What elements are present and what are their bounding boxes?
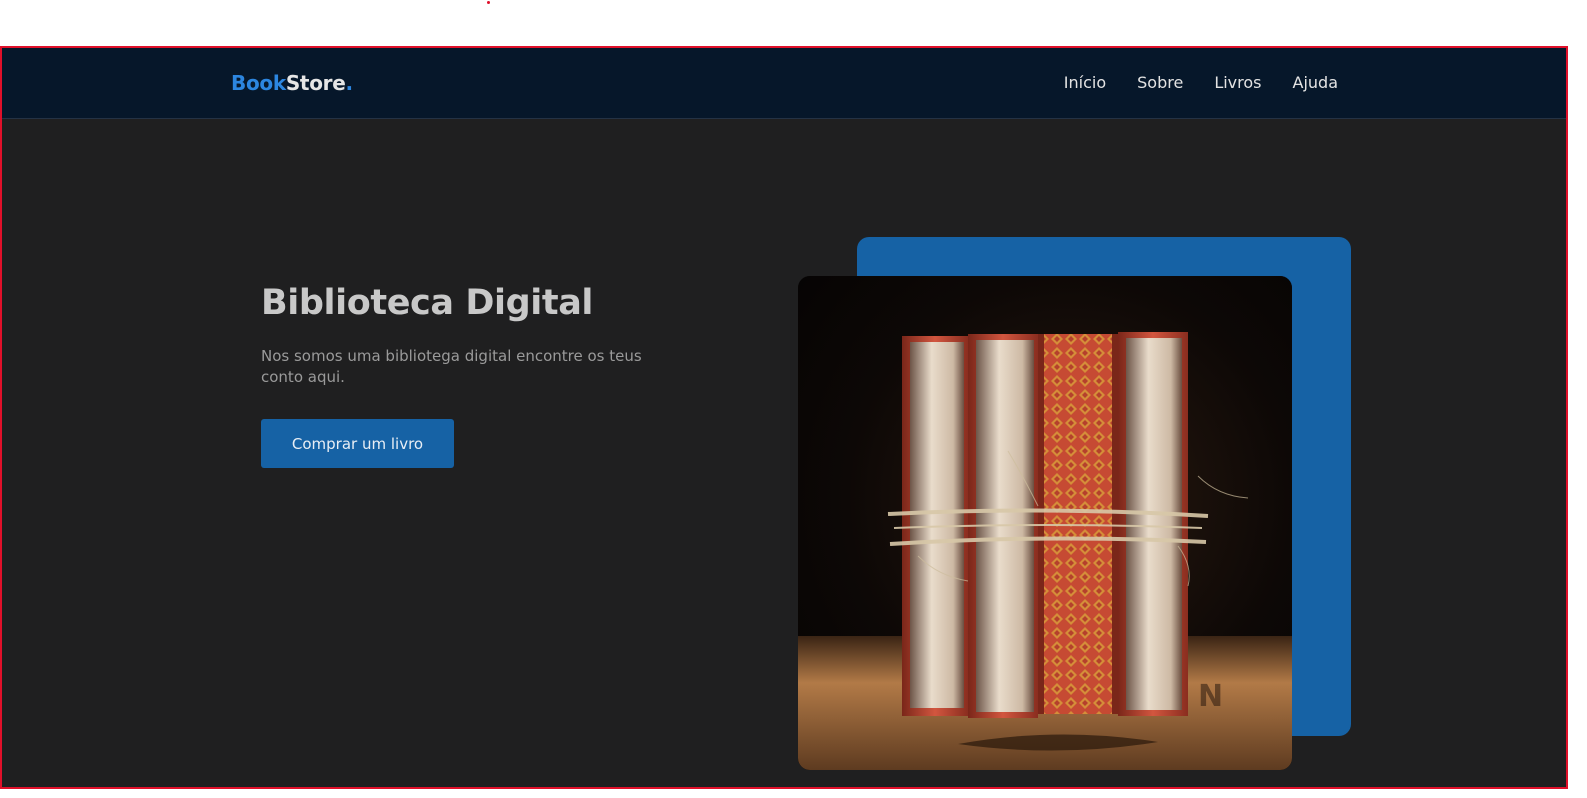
logo-part-book: Book (231, 71, 286, 95)
hero-title: Biblioteca Digital (261, 283, 594, 323)
hero-description: Nos somos uma bibliotega digital encontr… (261, 347, 642, 386)
nav-link-livros[interactable]: Livros (1214, 72, 1261, 94)
book-3-ornate (1038, 334, 1118, 714)
red-dot-marker (487, 1, 490, 4)
nav-link-inicio[interactable]: Início (1064, 72, 1106, 94)
svg-text:N: N (1198, 679, 1223, 714)
nav-links: Início Sobre Livros Ajuda (1064, 72, 1338, 94)
books-illustration: N (798, 276, 1292, 770)
nav-link-ajuda[interactable]: Ajuda (1293, 72, 1339, 94)
navbar: BookStore. Início Sobre Livros Ajuda (2, 48, 1566, 119)
buy-book-button[interactable]: Comprar um livro (261, 419, 454, 468)
books-photo: N (798, 276, 1292, 770)
page-frame: BookStore. Início Sobre Livros Ajuda Bib… (0, 46, 1568, 789)
nav-link-sobre[interactable]: Sobre (1137, 72, 1183, 94)
book-4 (1118, 332, 1188, 716)
logo-part-store: Store (285, 71, 346, 95)
logo-dot: . (345, 71, 353, 95)
logo[interactable]: BookStore. (231, 70, 353, 96)
